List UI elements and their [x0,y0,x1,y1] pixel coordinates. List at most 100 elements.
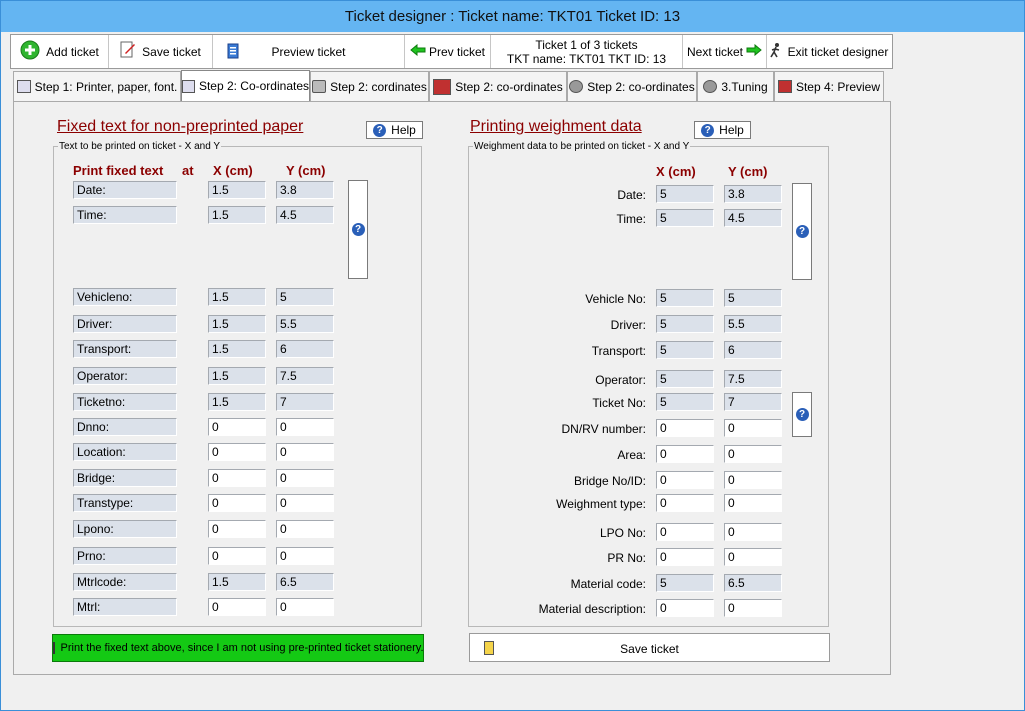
weighment-x-input[interactable]: 0 [656,419,714,437]
fixed-text-x-input[interactable]: 0 [208,469,266,487]
weighment-info-button-top[interactable]: ? [792,183,812,280]
fixed-text-x-input[interactable]: 1.5 [208,288,266,306]
weighment-y-input[interactable]: 0 [724,599,782,617]
fixed-text-label-field[interactable]: Mtrlcode: [73,573,177,591]
weighment-x-input[interactable]: 5 [656,370,714,388]
fixed-text-x-input[interactable]: 1.5 [208,340,266,358]
fixed-text-y-input[interactable]: 6 [276,340,334,358]
tab-step2-co-ordinates-a[interactable]: Step 2: co-ordinates [429,71,567,101]
weighment-x-input[interactable]: 5 [656,315,714,333]
weighment-y-input[interactable]: 5.5 [724,315,782,333]
add-ticket-button[interactable]: Add ticket [11,35,109,68]
weighment-y-input[interactable]: 6 [724,341,782,359]
fixed-text-x-input[interactable]: 0 [208,494,266,512]
weighment-x-input[interactable]: 0 [656,445,714,463]
weighment-x-input[interactable]: 0 [656,471,714,489]
fixed-text-y-input[interactable]: 3.8 [276,181,334,199]
ticket-count-text: Ticket 1 of 3 tickets [535,37,638,52]
weighment-x-input[interactable]: 0 [656,523,714,541]
weighment-x-input[interactable]: 5 [656,341,714,359]
fixed-text-x-input[interactable]: 0 [208,547,266,565]
weighment-y-input[interactable]: 3.8 [724,185,782,203]
fixed-text-y-input[interactable]: 6.5 [276,573,334,591]
fixed-text-y-input[interactable]: 5.5 [276,315,334,333]
tab-step2-cordinates[interactable]: Step 2: cordinates [310,71,429,101]
fixed-text-x-input[interactable]: 0 [208,520,266,538]
fixed-text-x-input[interactable]: 1.5 [208,206,266,224]
weighment-y-input[interactable]: 0 [724,445,782,463]
weighment-y-input[interactable]: 4.5 [724,209,782,227]
fixed-text-y-input[interactable]: 0 [276,418,334,436]
next-ticket-button[interactable]: Next ticket [683,35,767,68]
fixed-text-label-field[interactable]: Vehicleno: [73,288,177,306]
weighment-x-input[interactable]: 5 [656,574,714,592]
fixed-text-label-field[interactable]: Bridge: [73,469,177,487]
fixed-text-x-input[interactable]: 0 [208,443,266,461]
tab-step1-printer[interactable]: Step 1: Printer, paper, font. [13,71,181,101]
exit-designer-button[interactable]: Exit ticket designer [767,35,889,68]
tab-step2-co-ordinates-b[interactable]: Step 2: co-ordinates [567,71,697,101]
save-ticket-bottom-button[interactable]: Save ticket [469,633,830,662]
fixed-text-label-field[interactable]: Operator: [73,367,177,385]
fixed-text-info-button[interactable]: ? [348,180,368,279]
fixed-text-x-input[interactable]: 0 [208,598,266,616]
weighment-x-input[interactable]: 0 [656,494,714,512]
fixed-text-label-field[interactable]: Prno: [73,547,177,565]
fixed-text-label-field[interactable]: Ticketno: [73,393,177,411]
weighment-y-input[interactable]: 0 [724,494,782,512]
fixed-text-label-field[interactable]: Transport: [73,340,177,358]
weighment-x-input[interactable]: 5 [656,289,714,307]
weighment-y-input[interactable]: 0 [724,419,782,437]
preview-ticket-button[interactable]: Preview ticket [213,35,405,68]
fixed-text-label-field[interactable]: Date: [73,181,177,199]
help-icon: ? [701,123,715,137]
weighment-y-input[interactable]: 5 [724,289,782,307]
fixed-text-y-input[interactable]: 0 [276,469,334,487]
weighment-info-button-bottom[interactable]: ? [792,392,812,437]
save-ticket-button[interactable]: Save ticket [109,35,213,68]
ticket-designer-window: Ticket designer : Ticket name: TKT01 Tic… [0,0,1025,711]
fixed-text-x-input[interactable]: 1.5 [208,181,266,199]
weighment-x-input[interactable]: 5 [656,209,714,227]
prev-ticket-button[interactable]: Prev ticket [405,35,491,68]
tab-tuning[interactable]: 3.Tuning [697,71,774,101]
fixed-text-label-field[interactable]: Driver: [73,315,177,333]
fixed-text-y-input[interactable]: 7.5 [276,367,334,385]
add-ticket-label: Add ticket [46,44,99,59]
fixed-text-y-input[interactable]: 0 [276,520,334,538]
tab-step2-coordinates[interactable]: Step 2: Co-ordinates [181,70,310,101]
weighment-y-input[interactable]: 7.5 [724,370,782,388]
fixed-text-help-button[interactable]: ? Help [366,121,423,139]
weighment-x-input[interactable]: 5 [656,185,714,203]
weighment-x-input[interactable]: 5 [656,393,714,411]
fixed-text-x-input[interactable]: 1.5 [208,367,266,385]
weighment-help-button[interactable]: ? Help [694,121,751,139]
weighment-x-input[interactable]: 0 [656,599,714,617]
fixed-text-y-input[interactable]: 4.5 [276,206,334,224]
fixed-text-x-input[interactable]: 1.5 [208,573,266,591]
weighment-field-label: Area: [617,448,646,462]
fixed-text-label-field[interactable]: Mtrl: [73,598,177,616]
fixed-text-label-field[interactable]: Time: [73,206,177,224]
fixed-text-label-field[interactable]: Transtype: [73,494,177,512]
print-fixed-text-button[interactable]: Print the fixed text above, since I am n… [52,634,424,662]
fixed-text-x-input[interactable]: 0 [208,418,266,436]
weighment-y-input[interactable]: 6.5 [724,574,782,592]
weighment-y-input[interactable]: 7 [724,393,782,411]
fixed-text-y-input[interactable]: 0 [276,598,334,616]
tab-step4-preview[interactable]: Step 4: Preview [774,71,884,101]
weighment-y-input[interactable]: 0 [724,548,782,566]
weighment-y-input[interactable]: 0 [724,471,782,489]
fixed-text-x-input[interactable]: 1.5 [208,315,266,333]
fixed-text-label-field[interactable]: Lpono: [73,520,177,538]
weighment-x-input[interactable]: 0 [656,548,714,566]
fixed-text-y-input[interactable]: 7 [276,393,334,411]
fixed-text-y-input[interactable]: 5 [276,288,334,306]
weighment-y-input[interactable]: 0 [724,523,782,541]
fixed-text-y-input[interactable]: 0 [276,443,334,461]
fixed-text-label-field[interactable]: Location: [73,443,177,461]
fixed-text-label-field[interactable]: Dnno: [73,418,177,436]
fixed-text-x-input[interactable]: 1.5 [208,393,266,411]
fixed-text-y-input[interactable]: 0 [276,547,334,565]
fixed-text-y-input[interactable]: 0 [276,494,334,512]
